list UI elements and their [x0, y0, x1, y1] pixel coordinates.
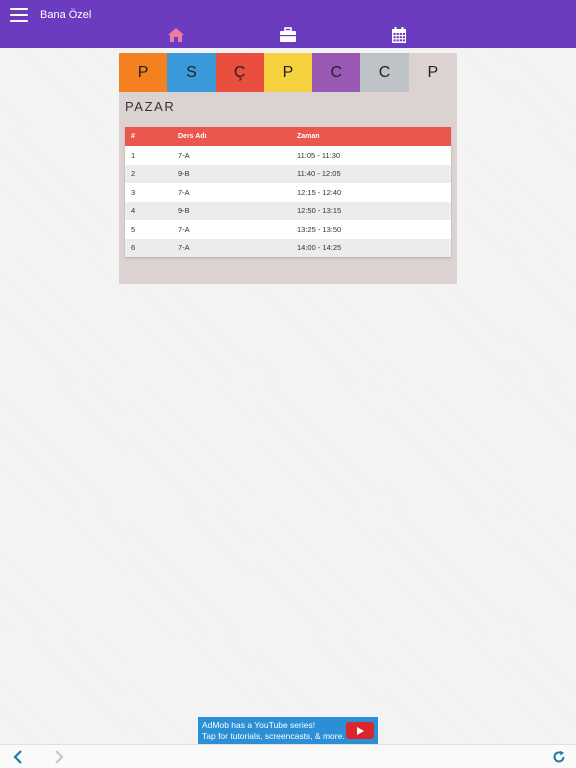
- table-row: 6 7-A 14:00 - 14:25: [125, 238, 451, 257]
- calendar-icon[interactable]: [391, 27, 407, 44]
- hamburger-icon-line: [10, 20, 28, 22]
- row-time: 11:05 - 11:30: [297, 150, 341, 160]
- row-course: 9-B: [178, 169, 190, 179]
- row-index: 1: [131, 150, 136, 160]
- home-icon[interactable]: [167, 27, 185, 43]
- day-tab-5[interactable]: C: [312, 53, 361, 92]
- row-time: 14:00 - 14:25: [297, 243, 342, 253]
- row-index: 4: [131, 206, 136, 216]
- day-title: PAZAR: [125, 99, 176, 114]
- ad-banner[interactable]: AdMob has a YouTube series! Tap for tuto…: [198, 717, 378, 744]
- row-time: 12:50 - 13:15: [297, 206, 342, 216]
- row-course: 9-B: [178, 206, 190, 216]
- row-index: 5: [131, 224, 136, 234]
- table-row: 3 7-A 12:15 - 12:40: [125, 183, 451, 202]
- briefcase-icon[interactable]: [279, 27, 297, 43]
- row-course: 7-A: [178, 187, 190, 197]
- day-tab-6[interactable]: C: [360, 53, 409, 92]
- refresh-icon[interactable]: [552, 750, 566, 768]
- day-tab-1[interactable]: P: [119, 53, 168, 92]
- forward-arrow-icon[interactable]: [53, 750, 65, 768]
- day-tab-4[interactable]: P: [263, 53, 313, 92]
- table-row: 2 9-B 11:40 - 12:05: [125, 164, 451, 183]
- hamburger-menu-button[interactable]: [10, 8, 28, 22]
- row-time: 11:40 - 12:05: [297, 169, 341, 179]
- header-course: Ders Adı: [178, 133, 207, 140]
- row-time: 13:25 - 13:50: [297, 224, 342, 234]
- app-title: Bana Özel: [40, 9, 92, 21]
- table-row: 4 9-B 12:50 - 13:15: [125, 201, 451, 220]
- youtube-play-icon: [346, 722, 374, 739]
- schedule-card: P S Ç P C C P PAZAR # Ders Adı Zaman 1 7…: [119, 53, 457, 284]
- row-index: 6: [131, 243, 136, 253]
- day-tab-7-selected[interactable]: P: [408, 53, 457, 92]
- day-selector: P S Ç P C C P: [119, 53, 457, 92]
- top-app-bar: Bana Özel: [0, 0, 576, 48]
- hamburger-icon: [10, 8, 28, 10]
- back-arrow-icon[interactable]: [12, 750, 24, 768]
- row-course: 7-A: [178, 150, 190, 160]
- row-course: 7-A: [178, 243, 190, 253]
- bottom-toolbar: [0, 744, 576, 768]
- table-row: 1 7-A 11:05 - 11:30: [125, 146, 451, 165]
- table-body: 1 7-A 11:05 - 11:30 2 9-B 11:40 - 12:05 …: [125, 146, 451, 257]
- table-row: 5 7-A 13:25 - 13:50: [125, 220, 451, 239]
- hamburger-icon-line: [10, 14, 28, 16]
- header-index: #: [131, 133, 135, 140]
- row-time: 12:15 - 12:40: [297, 187, 342, 197]
- day-tab-3[interactable]: Ç: [215, 53, 264, 92]
- table-header: # Ders Adı Zaman: [125, 127, 451, 146]
- row-course: 7-A: [178, 224, 190, 234]
- day-tab-2[interactable]: S: [167, 53, 216, 92]
- schedule-table: # Ders Adı Zaman 1 7-A 11:05 - 11:30 2 9…: [125, 127, 451, 257]
- header-time: Zaman: [297, 133, 320, 140]
- row-index: 2: [131, 169, 136, 179]
- row-index: 3: [131, 187, 136, 197]
